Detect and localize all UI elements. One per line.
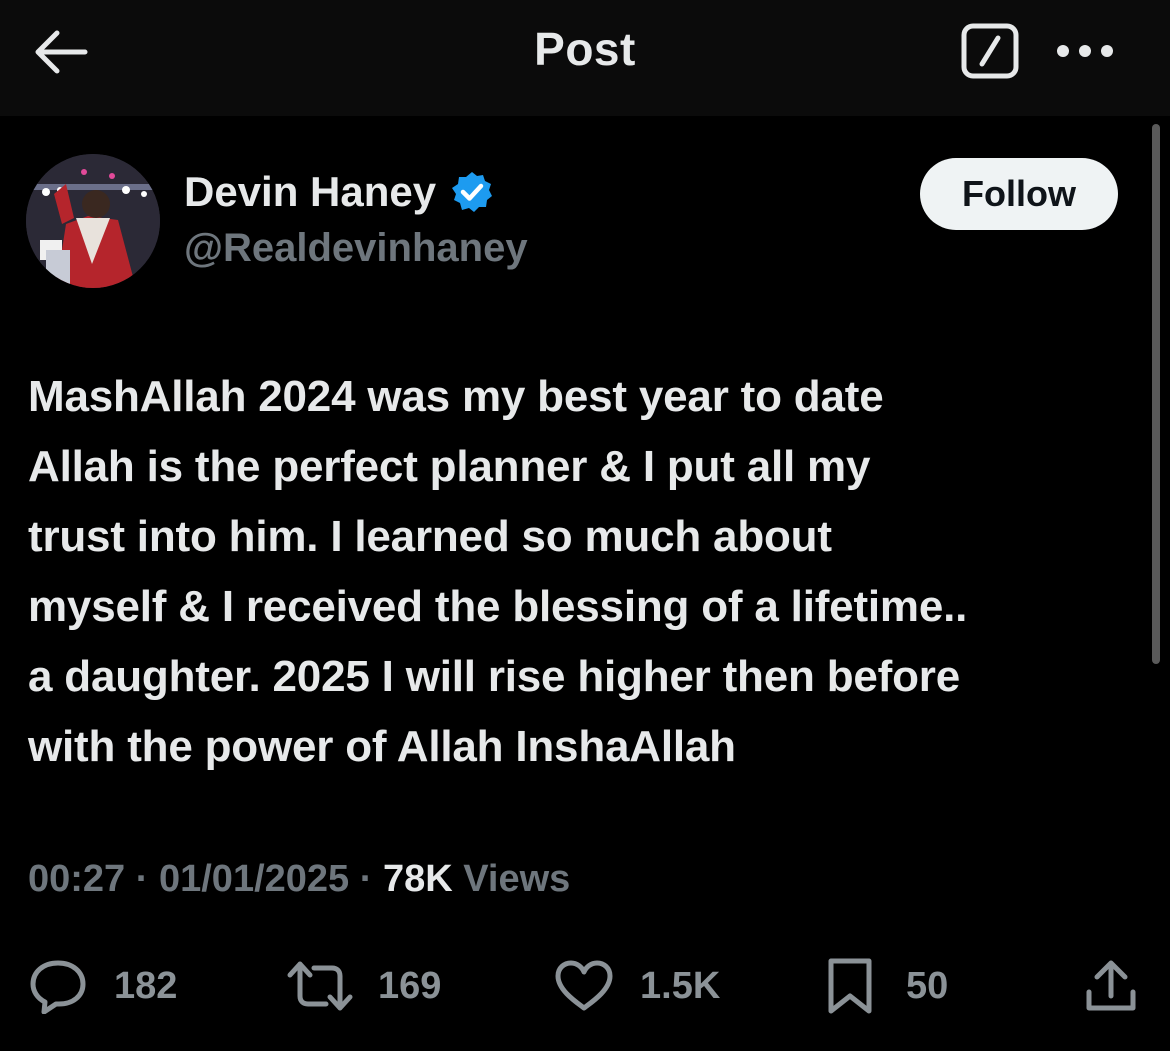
compose-edit-icon xyxy=(960,22,1020,80)
repost-button[interactable]: 169 xyxy=(286,958,441,1014)
avatar[interactable] xyxy=(26,154,160,288)
heart-icon xyxy=(554,960,614,1012)
reply-button[interactable]: 182 xyxy=(28,958,177,1014)
repost-count: 169 xyxy=(378,964,442,1007)
views-count: 78K xyxy=(382,858,453,900)
views-label: Views xyxy=(463,858,571,900)
bookmark-icon xyxy=(826,957,874,1015)
post-time[interactable]: 00:27 xyxy=(28,858,125,900)
meta-separator: · xyxy=(135,858,149,900)
post-text: MashAllah 2024 was my best year to date … xyxy=(28,372,968,771)
meta-separator: · xyxy=(359,858,373,900)
author-handle[interactable]: @Realdevinhaney xyxy=(184,226,528,271)
post-metadata: 00:27 · 01/01/2025 · 78K Views xyxy=(28,858,570,901)
share-icon xyxy=(1084,958,1138,1014)
author-name[interactable]: Devin Haney xyxy=(184,168,494,216)
author-name-text: Devin Haney xyxy=(184,168,437,215)
compose-button[interactable] xyxy=(958,20,1022,82)
like-count: 1.5K xyxy=(640,964,721,1007)
reply-count: 182 xyxy=(114,964,178,1007)
post-date[interactable]: 01/01/2025 xyxy=(159,858,349,900)
verified-badge-icon xyxy=(450,170,494,214)
action-bar: 182 169 1.5K 50 xyxy=(0,940,1170,1030)
repost-icon xyxy=(286,960,354,1012)
like-button[interactable]: 1.5K xyxy=(554,958,720,1014)
top-bar: Post xyxy=(0,0,1170,116)
follow-button[interactable]: Follow xyxy=(920,158,1118,230)
bookmark-button[interactable]: 50 xyxy=(826,958,948,1014)
reply-icon xyxy=(28,958,88,1014)
share-button[interactable] xyxy=(1084,958,1138,1014)
more-dots-icon xyxy=(1055,43,1115,59)
more-options-button[interactable] xyxy=(1052,24,1118,78)
bookmark-count: 50 xyxy=(906,964,949,1007)
